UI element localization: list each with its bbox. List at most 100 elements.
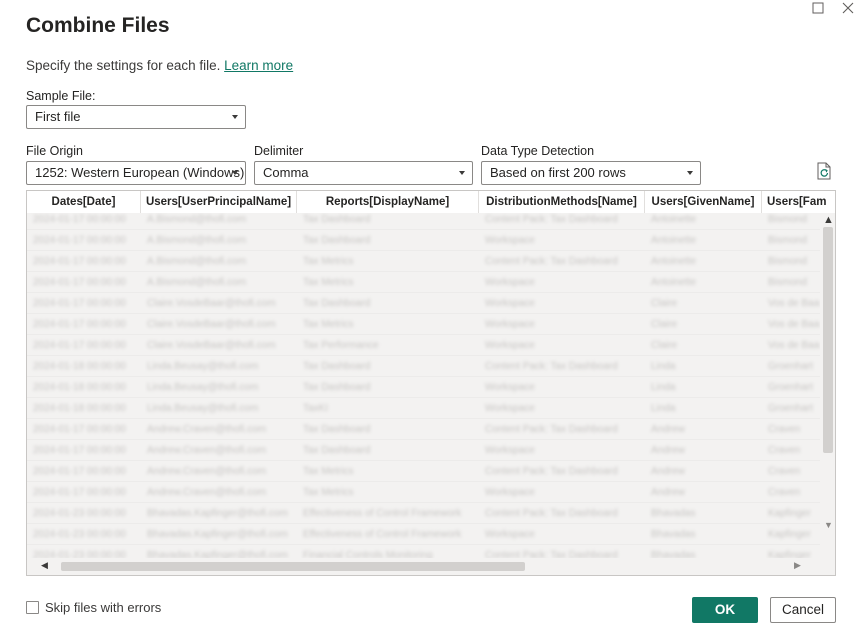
skip-errors-checkbox[interactable] [26, 601, 39, 614]
table-cell: Antoinette [651, 277, 697, 288]
table-cell: Content Pack: Tax Dashboard [485, 466, 618, 477]
table-cell: A.Bismond@thofi.com [147, 235, 247, 246]
table-cell: Bhavadas.Kapfinger@thofi.com [147, 550, 288, 558]
chevron-right-icon[interactable]: ▶ [794, 560, 801, 571]
subtitle-text: Specify the settings for each file. [26, 58, 221, 73]
table-cell: Tax Dashboard [303, 235, 371, 246]
table-cell: Kapfinger [768, 508, 811, 519]
column-header: Users[Fam [767, 196, 827, 208]
table-cell: Kapfinger [768, 529, 811, 540]
table-cell: Craven [768, 445, 801, 456]
table-cell: Vos de Baar [768, 340, 820, 351]
table-cell: Workspace [485, 340, 535, 351]
table-cell: Groenhart [768, 382, 814, 393]
column-header: DistributionMethods[Name] [479, 191, 645, 213]
horizontal-scroll-thumb[interactable] [61, 562, 525, 571]
table-cell: 2024-01-23 00:00:00 [33, 508, 126, 519]
table-cell: 2024-01-17 00:00:00 [33, 298, 126, 309]
table-cell: Claire [651, 319, 678, 330]
skip-errors-option[interactable]: Skip files with errors [26, 600, 161, 615]
table-cell: Workspace [485, 319, 535, 330]
table-cell: Content Pack: Tax Dashboard [485, 424, 618, 435]
table-cell: Andrew.Craven@thofi.com [147, 487, 267, 498]
table-cell: Linda.Beusay@thofi.com [147, 382, 259, 393]
cancel-button[interactable]: Cancel [770, 597, 836, 623]
table-cell: Linda [651, 361, 676, 372]
table-row: 2024-01-17 00:00:00 Andrew.Craven@thofi.c… [27, 461, 820, 482]
table-cell: A.Bismond@thofi.com [147, 256, 247, 267]
table-body: 2024-01-17 00:00:00 A.Bismond@thofi.com Ta… [27, 213, 820, 558]
table-cell: Andrew.Craven@thofi.com [147, 445, 267, 456]
table-cell: Tax Dashboard [303, 298, 371, 309]
table-cell: Linda [651, 382, 676, 393]
table-cell: Bismond [768, 235, 807, 246]
table-cell: Claire [651, 298, 678, 309]
vertical-scrollbar[interactable]: ▲ ▼ [820, 213, 835, 558]
table-cell: Tax Dashboard [303, 361, 371, 372]
sample-file-dropdown[interactable]: First file [26, 105, 246, 129]
table-cell: Groenhart [768, 361, 814, 372]
file-origin-dropdown[interactable]: 1252: Western European (Windows) [26, 161, 246, 185]
refresh-icon[interactable] [816, 162, 832, 180]
ok-button[interactable]: OK [692, 597, 758, 623]
column-header: Dates[Date] [27, 191, 141, 213]
table-row: 2024-01-17 00:00:00 A.Bismond@thofi.com Ta… [27, 272, 820, 293]
chevron-down-icon[interactable]: ▼ [824, 520, 833, 530]
table-header: Dates[Date] Users[UserPrincipalName] Rep… [27, 191, 835, 214]
table-cell: A.Bismond@thofi.com [147, 277, 247, 288]
table-row: 2024-01-17 00:00:00 A.Bismond@thofi.com Ta… [27, 213, 820, 230]
horizontal-scrollbar[interactable]: ◀ ▶ [27, 558, 835, 575]
table-row: 2024-01-17 00:00:00 Andrew.Craven@thofi.c… [27, 440, 820, 461]
delimiter-dropdown[interactable]: Comma [254, 161, 473, 185]
table-cell: Effectiveness of Control Framework [303, 508, 462, 519]
table-cell: 2024-01-23 00:00:00 [33, 529, 126, 540]
table-cell: Bismond [768, 277, 807, 288]
table-cell: Antoinette [651, 235, 697, 246]
table-cell: 2024-01-17 00:00:00 [33, 424, 126, 435]
table-cell: Workspace [485, 487, 535, 498]
column-header: Users[GivenName] [645, 191, 762, 213]
table-cell: Andrew.Craven@thofi.com [147, 424, 267, 435]
data-type-detection-dropdown[interactable]: Based on first 200 rows [481, 161, 701, 185]
table-cell: Workspace [485, 277, 535, 288]
table-cell: Tax Dashboard [303, 214, 371, 225]
table-cell: Content Pack: Tax Dashboard [485, 361, 618, 372]
table-cell: Workspace [485, 445, 535, 456]
table-cell: 2024-01-17 00:00:00 [33, 466, 126, 477]
chevron-down-icon [232, 115, 238, 119]
table-cell: Content Pack: Tax Dashboard [485, 256, 618, 267]
dialog-title: Combine Files [26, 14, 170, 37]
table-cell: 2024-01-17 00:00:00 [33, 319, 126, 330]
chevron-left-icon[interactable]: ◀ [41, 560, 48, 571]
chevron-up-icon[interactable]: ▲ [823, 214, 834, 226]
chevron-down-icon [687, 171, 693, 175]
table-cell: Bhavadas [651, 529, 696, 540]
table-cell: 2024-01-17 00:00:00 [33, 256, 126, 267]
table-cell: Vos de Baar [768, 319, 820, 330]
table-cell: Antoinette [651, 256, 697, 267]
chevron-down-icon [232, 171, 238, 175]
table-cell: Tax Metrics [303, 256, 354, 267]
learn-more-link[interactable]: Learn more [224, 58, 293, 73]
table-cell: Andrew [651, 466, 685, 477]
table-cell: Tax Dashboard [303, 445, 371, 456]
table-cell: 2024-01-17 00:00:00 [33, 340, 126, 351]
table-cell: Workspace [485, 298, 535, 309]
table-row: 2024-01-17 00:00:00 A.Bismond@thofi.com Ta… [27, 230, 820, 251]
table-cell: Craven [768, 487, 801, 498]
table-cell: Claire.VosdeBaar@thofi.com [147, 319, 276, 330]
table-cell: Groenhart [768, 403, 814, 414]
table-cell: 2024-01-18 00:00:00 [33, 403, 126, 414]
table-cell: Kapfinger [768, 550, 811, 558]
table-cell: Claire.VosdeBaar@thofi.com [147, 340, 276, 351]
table-cell: Linda [651, 403, 676, 414]
table-cell: 2024-01-17 00:00:00 [33, 487, 126, 498]
table-row: 2024-01-17 00:00:00 Andrew.Craven@thofi.c… [27, 482, 820, 503]
close-icon[interactable] [838, 0, 858, 20]
table-cell: Workspace [485, 382, 535, 393]
table-row: 2024-01-18 00:00:00 Linda.Beusay@thofi.co… [27, 398, 820, 419]
vertical-scroll-thumb[interactable] [823, 227, 833, 453]
maximize-icon[interactable] [808, 0, 828, 20]
table-row: 2024-01-17 00:00:00 Andrew.Craven@thofi.c… [27, 419, 820, 440]
table-cell: Craven [768, 424, 801, 435]
